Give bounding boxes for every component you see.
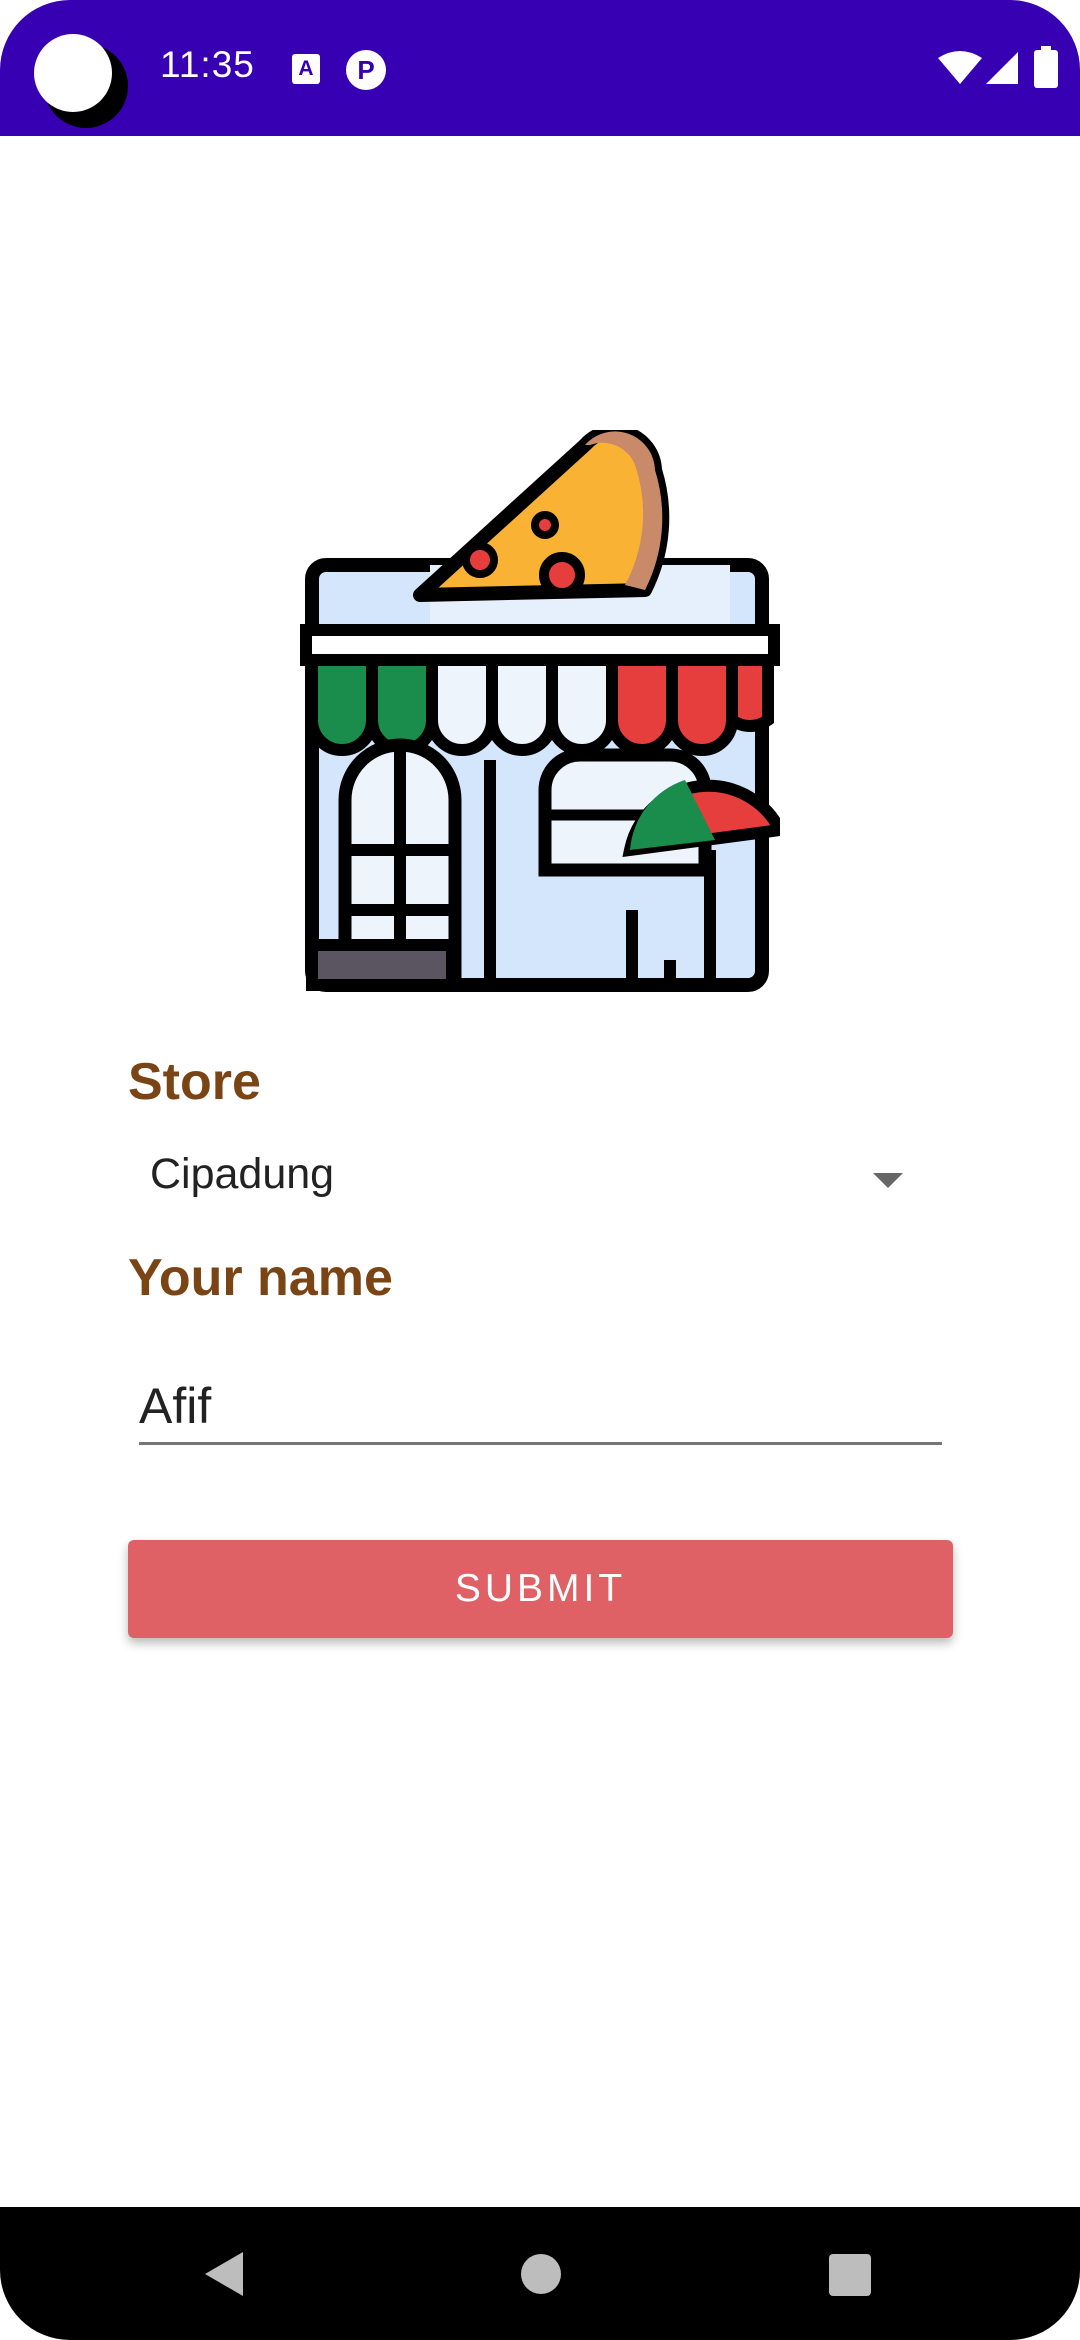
back-icon[interactable] — [205, 2252, 243, 2296]
recents-icon[interactable] — [829, 2254, 871, 2296]
name-input[interactable] — [139, 1370, 942, 1445]
store-spinner-value: Cipadung — [150, 1150, 335, 1198]
camera-cutout-icon — [34, 34, 112, 112]
p-notification-icon: P — [346, 50, 386, 90]
name-label: Your name — [128, 1249, 393, 1307]
store-label: Store — [128, 1053, 261, 1111]
a-notification-icon: A — [292, 54, 320, 84]
pizza-store-icon — [300, 430, 780, 992]
submit-button[interactable]: SUBMIT — [128, 1540, 953, 1638]
dropdown-arrow-icon — [873, 1173, 903, 1188]
store-spinner[interactable]: Cipadung — [128, 1140, 908, 1220]
status-time: 11:35 — [160, 44, 255, 85]
battery-icon — [1034, 46, 1058, 88]
wifi-icon — [938, 51, 982, 84]
status-bar: 11:35 A P — [0, 0, 1080, 136]
navigation-bar — [0, 2207, 1080, 2340]
home-icon[interactable] — [521, 2254, 561, 2294]
signal-icon — [986, 52, 1018, 84]
